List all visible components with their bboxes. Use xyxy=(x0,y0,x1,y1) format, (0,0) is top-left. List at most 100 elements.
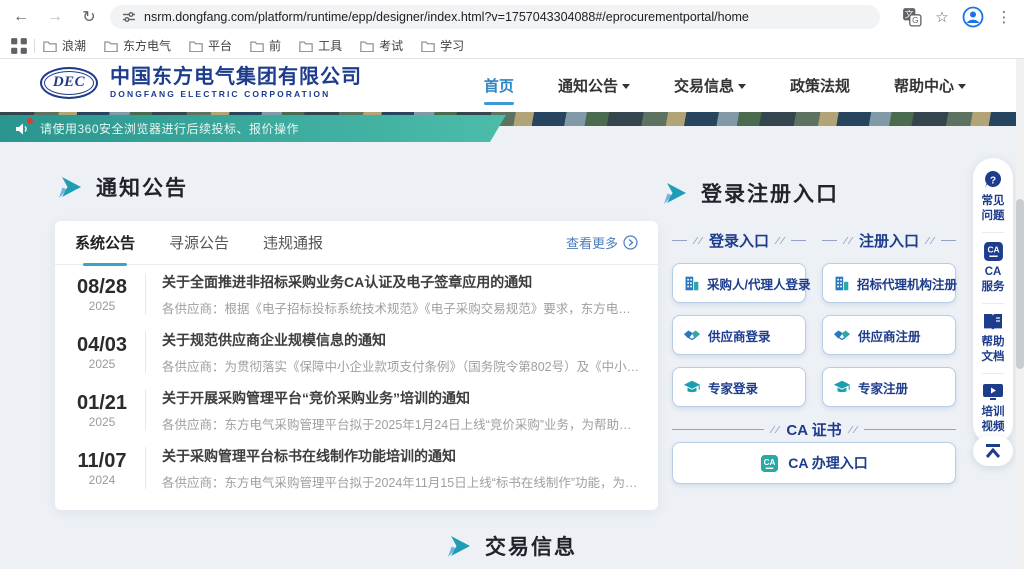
bookmark-item[interactable]: 东方电气 xyxy=(104,37,171,54)
notice-title[interactable]: 关于规范供应商企业规模信息的通知 xyxy=(162,330,642,350)
bookmark-item[interactable]: 平台 xyxy=(189,37,232,54)
bookmark-item[interactable]: 前 xyxy=(250,37,281,54)
svg-text:?: ? xyxy=(990,176,996,187)
tab-sourcing-notices[interactable]: 寻源公告 xyxy=(169,232,229,253)
apps-grid-icon[interactable] xyxy=(10,37,28,55)
divider xyxy=(775,237,786,244)
handshake-icon xyxy=(833,326,851,344)
nav-item-trade-info[interactable]: 交易信息 xyxy=(674,75,746,96)
notice-row[interactable]: 04/03 2025 关于规范供应商企业规模信息的通知 各供应商：为贯彻落实《保… xyxy=(55,323,658,381)
bookmark-item[interactable]: 工具 xyxy=(299,37,342,54)
ca-cert-label: CA 证书 xyxy=(786,419,841,440)
notice-title[interactable]: 关于全面推进非招标采购业务CA认证及电子签章应用的通知 xyxy=(162,272,642,292)
svg-text:CA: CA xyxy=(987,244,999,254)
notice-date: 04/03 2025 xyxy=(75,333,129,371)
nav-label: 交易信息 xyxy=(674,75,734,96)
chevron-down-icon xyxy=(738,84,746,89)
bookmark-item[interactable]: 考试 xyxy=(360,37,403,54)
company-name-cn: 中国东方电气集团有限公司 xyxy=(110,66,362,89)
circle-arrow-icon xyxy=(623,235,638,250)
company-logo[interactable]: DEC 中国东方电气集团有限公司 DONGFANG ELECTRIC CORPO… xyxy=(40,66,362,99)
browser-chrome: ← → ↻ nsrm.dongfang.com/platform/runtime… xyxy=(0,0,1024,59)
announcement-banner: 请使用360安全浏览器进行后续投标、报价操作 xyxy=(0,115,506,142)
folder-icon xyxy=(104,40,118,52)
notice-row[interactable]: 01/21 2025 关于开展采购管理平台“竞价采购业务”培训的通知 各供应商：… xyxy=(55,381,658,439)
tab-system-notices[interactable]: 系统公告 xyxy=(75,232,135,253)
reload-icon[interactable]: ↻ xyxy=(76,4,102,30)
notices-tab-bar: 系统公告 寻源公告 违规通报 查看更多 xyxy=(55,221,658,265)
back-to-top-button[interactable] xyxy=(973,436,1013,466)
address-bar[interactable]: nsrm.dongfang.com/platform/runtime/epp/d… xyxy=(110,5,880,29)
browser-actions: 文 G ☆ ⋮ xyxy=(902,6,1014,28)
menu-dots-icon[interactable]: ⋮ xyxy=(994,7,1014,27)
forward-icon[interactable]: → xyxy=(42,4,68,30)
ca-badge-icon: CA xyxy=(983,241,1004,262)
view-more-link[interactable]: 查看更多 xyxy=(566,233,638,252)
supplier-login-button[interactable]: 供应商登录 xyxy=(672,315,806,355)
notice-row[interactable]: 11/07 2024 关于采购管理平台标书在线制作功能培训的通知 各供应商：东方… xyxy=(55,439,658,497)
nav-label: 通知公告 xyxy=(558,75,618,96)
nav-item-notices[interactable]: 通知公告 xyxy=(558,75,630,96)
notice-row[interactable]: 08/28 2025 关于全面推进非招标采购业务CA认证及电子签章应用的通知 各… xyxy=(55,265,658,323)
notice-title[interactable]: 关于开展采购管理平台“竞价采购业务”培训的通知 xyxy=(162,388,642,408)
announcement-text: 请使用360安全浏览器进行后续投标、报价操作 xyxy=(40,120,299,137)
back-icon[interactable]: ← xyxy=(8,4,34,30)
question-bubble-icon: ? xyxy=(982,169,1004,191)
svg-text:G: G xyxy=(912,15,918,25)
section-arrow-icon xyxy=(58,175,82,199)
scrollbar-track[interactable] xyxy=(1016,59,1024,569)
bookmark-item[interactable]: 浪潮 xyxy=(43,37,86,54)
ca-service-rail-item[interactable]: CA CA 服务 xyxy=(980,241,1006,295)
bookmark-item[interactable]: 学习 xyxy=(421,37,464,54)
notice-desc: 各供应商：东方电气采购管理平台拟于2025年1月24日上线“竞价采购”业务，为帮… xyxy=(162,414,642,433)
bookmark-star-icon[interactable]: ☆ xyxy=(932,7,952,27)
faq-rail-item[interactable]: ? 常见问题 xyxy=(980,169,1006,224)
folder-icon xyxy=(43,40,57,52)
expert-register-button[interactable]: 专家注册 xyxy=(822,367,956,407)
nav-item-home[interactable]: 首页 xyxy=(484,75,514,96)
notice-month-day: 01/21 xyxy=(75,391,129,415)
nav-item-help-center[interactable]: 帮助中心 xyxy=(894,75,966,96)
bookmark-label: 前 xyxy=(269,37,281,54)
divider xyxy=(145,331,146,373)
alert-dot xyxy=(27,118,33,124)
folder-icon xyxy=(189,40,203,52)
supplier-register-button[interactable]: 供应商注册 xyxy=(822,315,956,355)
bookmark-label: 学习 xyxy=(440,37,464,54)
divider xyxy=(982,373,1004,374)
training-video-icon xyxy=(982,382,1004,402)
training-video-rail-item[interactable]: 培训视频 xyxy=(980,382,1006,435)
notice-title[interactable]: 关于采购管理平台标书在线制作功能培训的通知 xyxy=(162,446,642,466)
notice-date: 08/28 2025 xyxy=(75,275,129,313)
help-doc-rail-item[interactable]: 帮助文档 xyxy=(980,312,1006,365)
ca-cert-header: CA 证书 xyxy=(672,419,956,440)
nav-item-policies[interactable]: 政策法规 xyxy=(790,75,850,96)
login-entry-header: 登录入口 xyxy=(672,230,806,251)
buyer-agent-login-button[interactable]: 采购人/代理人登录 xyxy=(672,263,806,303)
divider xyxy=(770,426,781,433)
entry-buttons: 采购人/代理人登录 招标代理机构注册 供应商登录 供应商注 xyxy=(672,263,956,407)
svg-text:CA: CA xyxy=(764,457,776,466)
divider xyxy=(822,240,837,241)
translate-icon[interactable]: 文 G xyxy=(902,7,922,27)
bookmark-label: 考试 xyxy=(379,37,403,54)
rail-item-label: 帮助文档 xyxy=(980,335,1006,365)
divider xyxy=(672,240,687,241)
divider xyxy=(693,237,704,244)
nav-label: 帮助中心 xyxy=(894,75,954,96)
divider xyxy=(791,240,806,241)
notice-year: 2025 xyxy=(75,415,129,429)
help-doc-icon xyxy=(982,312,1004,332)
scrollbar-thumb[interactable] xyxy=(1016,199,1024,369)
bookmarks-bar: 浪潮 东方电气 平台 前 工具 考试 xyxy=(0,33,1024,58)
expert-login-button[interactable]: 专家登录 xyxy=(672,367,806,407)
building-icon xyxy=(683,275,700,292)
bidding-agency-register-button[interactable]: 招标代理机构注册 xyxy=(822,263,956,303)
notices-card: 系统公告 寻源公告 违规通报 查看更多 08/28 2025 关于全面推进非招标… xyxy=(55,221,658,510)
profile-avatar-icon[interactable] xyxy=(962,6,984,28)
notice-desc: 各供应商：根据《电子招标投标系统技术规范》《电子采购交易规范》要求，东方电气采购… xyxy=(162,298,642,317)
ca-apply-button[interactable]: CA CA 办理入口 xyxy=(672,442,956,484)
tab-violation-reports[interactable]: 违规通报 xyxy=(263,232,323,253)
bookmark-label: 平台 xyxy=(208,37,232,54)
notice-date: 01/21 2025 xyxy=(75,391,129,429)
